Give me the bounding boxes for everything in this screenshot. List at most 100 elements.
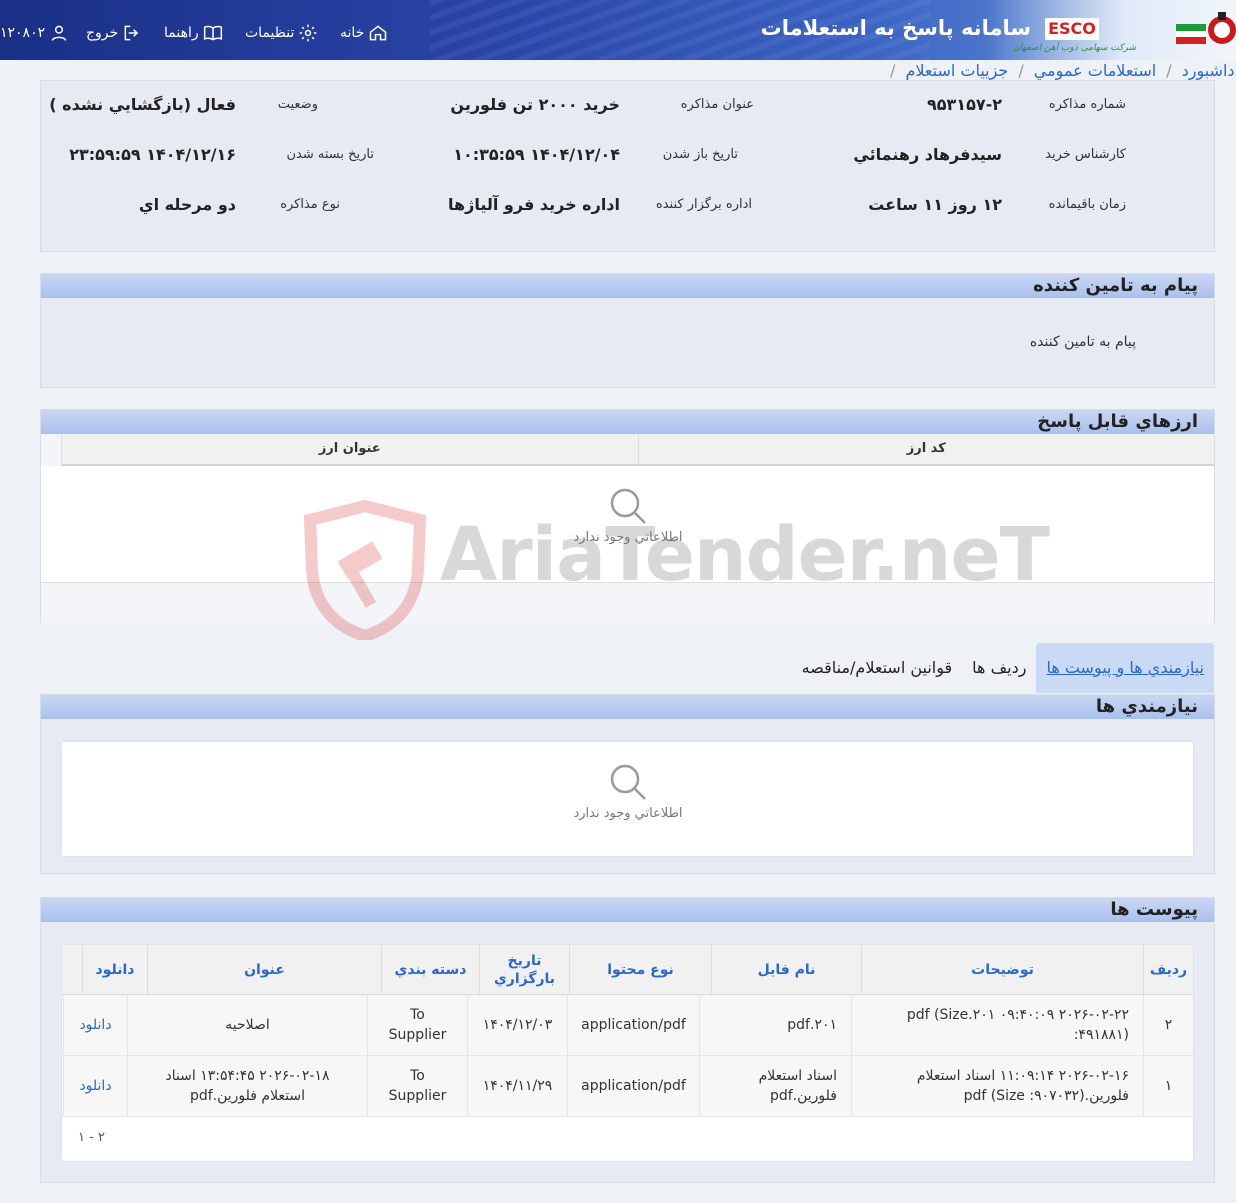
cell-index: ۲ bbox=[1143, 995, 1193, 1055]
supplier-message-panel: پيام به تامين کننده پيام به تامين کننده bbox=[40, 273, 1215, 388]
breadcrumb: ه داشبورد / استعلامات عمومي / جزييات است… bbox=[540, 58, 1236, 82]
dept-value: اداره خريد فرو آلياژها bbox=[448, 195, 620, 214]
empty-state-text: اطلاعاتي وجود ندارد bbox=[573, 806, 683, 821]
nav-settings[interactable]: تنظیمات bbox=[245, 22, 318, 44]
app-title: سامانه پاسخ به استعلامات bbox=[760, 16, 1031, 40]
close-date-label: تاريخ بسته شدن bbox=[286, 147, 374, 162]
remaining-label: زمان باقيمانده bbox=[1048, 197, 1126, 212]
number-value: ۹۵۳۱۵۷-۲ bbox=[927, 95, 1002, 114]
pagination-info: ۱ - ۲ bbox=[78, 1130, 105, 1145]
column-header-title[interactable]: عنوان bbox=[147, 945, 381, 994]
breadcrumb-inquiry-details[interactable]: جزييات استعلام bbox=[905, 61, 1008, 80]
column-header-description[interactable]: توضيحات bbox=[861, 945, 1143, 994]
type-label: نوع مذاکره bbox=[280, 197, 340, 212]
home-icon bbox=[370, 25, 387, 41]
detail-tabs: نيازمندي ها و پيوست ها رديف ها قوانين اس… bbox=[792, 643, 1214, 693]
panel-title: ارزهاي قابل پاسخ bbox=[1037, 411, 1198, 432]
cell-file-name: ۲۰۱.pdf bbox=[699, 995, 851, 1055]
cell-title: اصلاحيه bbox=[127, 995, 367, 1055]
panel-title: پيوست ها bbox=[1110, 899, 1198, 920]
cell-title: ۲۰۲۶-۰۲-۱۸ ۱۳:۵۴:۴۵ اسناد استعلام فلورين… bbox=[127, 1056, 367, 1116]
breadcrumb-separator: / bbox=[890, 60, 896, 80]
remaining-value: ۱۲ روز ۱۱ ساعت bbox=[868, 195, 1002, 214]
supplier-message-text: پيام به تامين کننده bbox=[1029, 334, 1136, 350]
currencies-panel: ارزهاي قابل پاسخ کد ارز عنوان ارز اطلاعا… bbox=[40, 409, 1215, 624]
panel-header: پيوست ها bbox=[41, 898, 1214, 922]
nav-home[interactable]: خانه bbox=[340, 22, 388, 44]
open-date-label: تاريخ باز شدن bbox=[662, 147, 738, 162]
needs-panel: نيازمندي ها اطلاعاتي وجود ندارد bbox=[40, 694, 1215, 874]
cell-description: ۲۰۲۶-۰۲-۲۲ ۰۹:۴۰:۰۹ ۲۰۱.pdf (Size :۴۹۱۸۸… bbox=[851, 995, 1143, 1055]
currency-table-header: کد ارز عنوان ارز bbox=[61, 434, 1214, 466]
column-header-file-name[interactable]: نام فايل bbox=[711, 945, 861, 994]
cell-content-type: application/pdf bbox=[567, 995, 699, 1055]
search-icon bbox=[610, 488, 646, 524]
tab-rules[interactable]: قوانين استعلام/مناقصه bbox=[792, 643, 963, 693]
download-link[interactable]: دانلود bbox=[79, 1076, 111, 1096]
nav-guide[interactable]: راهنما bbox=[164, 22, 223, 44]
brand-badge: ESCO bbox=[1045, 18, 1099, 40]
attachments-table: رديف توضيحات نام فايل نوع محتوا تاريخ با… bbox=[61, 944, 1194, 1162]
company-logo bbox=[1176, 12, 1236, 44]
expert-value: سيدفرهاد رهنمائي bbox=[853, 145, 1002, 164]
panel-header: نيازمندي ها bbox=[41, 695, 1214, 719]
panel-header: پيام به تامين کننده bbox=[41, 274, 1214, 298]
nav-user-label: ۱۲۰۸۰۲ bbox=[0, 25, 46, 41]
type-value: دو مرحله اي bbox=[138, 195, 236, 214]
column-header-index[interactable]: رديف bbox=[1143, 945, 1193, 994]
column-header-category[interactable]: دسته بندي bbox=[381, 945, 479, 994]
top-header: سامانه پاسخ به استعلامات ESCO شرکت سهامی… bbox=[0, 0, 1236, 60]
panel-header: ارزهاي قابل پاسخ bbox=[41, 410, 1214, 434]
book-icon bbox=[203, 25, 222, 41]
cell-upload-date: ۱۴۰۴/۱۲/۰۳ bbox=[467, 995, 567, 1055]
attachments-table-header: رديف توضيحات نام فايل نوع محتوا تاريخ با… bbox=[62, 945, 1193, 995]
column-header-upload-date[interactable]: تاريخ بارگزاري bbox=[479, 945, 569, 994]
column-header-currency-code[interactable]: کد ارز bbox=[637, 434, 1215, 464]
cell-category: To Supplier bbox=[367, 1056, 467, 1116]
empty-state: اطلاعاتي وجود ندارد bbox=[528, 760, 728, 821]
company-subtitle: شرکت سهامی ذوب آهن اصفهان bbox=[1013, 43, 1136, 53]
subject-value: خريد ۲۰۰۰ تن فلورين bbox=[450, 95, 620, 114]
nav-user[interactable]: ۱۲۰۸۰۲ bbox=[0, 22, 69, 44]
attachments-panel: پيوست ها رديف توضيحات نام فايل نوع محتوا… bbox=[40, 897, 1215, 1183]
tab-needs-attachments[interactable]: نيازمندي ها و پيوست ها bbox=[1036, 643, 1214, 693]
cell-index: ۱ bbox=[1143, 1056, 1193, 1116]
table-row: ۲ ۲۰۲۶-۰۲-۲۲ ۰۹:۴۰:۰۹ ۲۰۱.pdf (Size :۴۹۱… bbox=[62, 995, 1193, 1056]
nav-home-label: خانه bbox=[340, 25, 365, 41]
breadcrumb-separator: / bbox=[1166, 60, 1172, 80]
panel-title: نيازمندي ها bbox=[1095, 696, 1198, 717]
close-date-value: ۱۴۰۴/۱۲/۱۶ ۲۳:۵۹:۵۹ bbox=[69, 145, 236, 164]
column-header-download[interactable]: دانلود bbox=[82, 945, 147, 994]
dept-label: اداره برگزار کننده bbox=[655, 197, 752, 212]
table-row: ۱ ۲۰۲۶-۰۲-۱۶ ۱۱:۰۹:۱۴ اسناد استعلام فلور… bbox=[62, 1056, 1193, 1117]
breadcrumb-dashboard[interactable]: ه داشبورد bbox=[1182, 61, 1236, 80]
tab-rows[interactable]: رديف ها bbox=[962, 643, 1036, 693]
nav-exit-label: خروج bbox=[86, 25, 119, 41]
cell-upload-date: ۱۴۰۴/۱۱/۲۹ bbox=[467, 1056, 567, 1116]
nav-settings-label: تنظیمات bbox=[245, 25, 295, 41]
status-value: فعال (بازگشايي نشده ) bbox=[49, 95, 236, 114]
currency-table-body: اطلاعاتي وجود ندارد bbox=[41, 466, 1214, 582]
breadcrumb-separator: / bbox=[1018, 60, 1024, 80]
open-date-value: ۱۴۰۴/۱۲/۰۴ ۱۰:۳۵:۵۹ bbox=[453, 145, 620, 164]
cell-description: ۲۰۲۶-۰۲-۱۶ ۱۱:۰۹:۱۴ اسناد استعلام فلورين… bbox=[851, 1056, 1143, 1116]
number-label: شماره مذاکره bbox=[1048, 97, 1126, 112]
empty-state: اطلاعاتي وجود ندارد bbox=[528, 484, 728, 545]
logout-icon bbox=[124, 25, 139, 41]
cell-file-name: اسناد استعلام فلورين.pdf bbox=[699, 1056, 851, 1116]
nav-exit[interactable]: خروج bbox=[86, 22, 142, 44]
needs-content: اطلاعاتي وجود ندارد bbox=[61, 741, 1194, 857]
search-icon bbox=[610, 764, 646, 800]
gear-icon bbox=[300, 24, 317, 42]
column-header-currency-title[interactable]: عنوان ارز bbox=[61, 434, 638, 464]
empty-state-text: اطلاعاتي وجود ندارد bbox=[573, 530, 683, 545]
breadcrumb-public-inquiries[interactable]: استعلامات عمومي bbox=[1034, 61, 1157, 80]
user-icon bbox=[51, 25, 67, 41]
nav-guide-label: راهنما bbox=[164, 25, 199, 41]
column-header-content-type[interactable]: نوع محتوا bbox=[569, 945, 711, 994]
panel-title: پيام به تامين کننده bbox=[1033, 275, 1198, 296]
expert-label: کارشناس خريد bbox=[1045, 147, 1126, 162]
download-link[interactable]: دانلود bbox=[79, 1015, 111, 1035]
status-label: وضعيت bbox=[277, 97, 318, 112]
cell-content-type: application/pdf bbox=[567, 1056, 699, 1116]
